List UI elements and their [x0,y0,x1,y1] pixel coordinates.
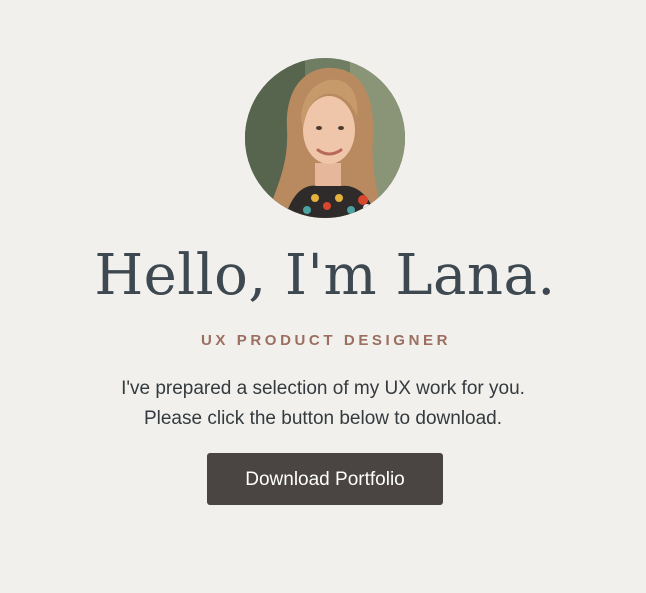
landing-page: Hello, I'm Lana. UX PRODUCT DESIGNER I'v… [0,0,646,593]
intro-line: Please click the button below to downloa… [143,408,503,429]
page-title: Hello, I'm Lana. [94,243,556,308]
role-subtitle: UX PRODUCT DESIGNER [200,332,452,349]
download-portfolio-button[interactable]: Download Portfolio [207,453,443,505]
profile-photo-illustration [245,58,405,218]
avatar [245,58,405,218]
intro-text: I've prepared a selection of my UX work … [0,374,646,434]
intro-line: I've prepared a selection of my UX work … [121,378,525,399]
